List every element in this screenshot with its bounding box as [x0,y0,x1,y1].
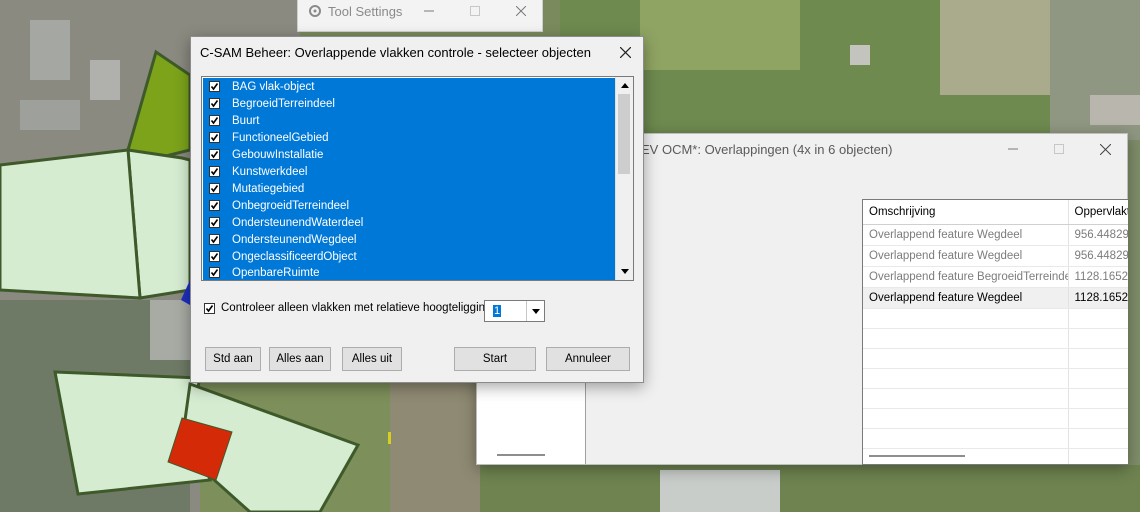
overlap-window-title: EV OCM*: Overlappingen (4x in 6 objecten… [641,141,893,157]
checkbox[interactable] [209,234,220,245]
relative-height-checkbox[interactable] [204,302,215,314]
scroll-thumb[interactable] [618,94,630,174]
list-item[interactable]: BegroeidTerreindeel [203,95,616,112]
checkbox[interactable] [209,183,220,194]
check-icon [210,185,219,193]
empty-row [863,428,1128,449]
list-item[interactable]: OpenbareRuimte [203,265,616,280]
chevron-down-icon [620,269,629,274]
left-pane-scrollbar[interactable] [497,454,545,456]
all-off-button[interactable]: Alles uit [342,347,402,371]
column-header-area[interactable]: Oppervlakte [1068,200,1128,225]
check-icon [210,134,219,142]
left-pane [477,374,586,464]
tool-settings-window[interactable]: Tool Settings [297,0,543,32]
column-header-description[interactable]: Omschrijving [863,200,1069,225]
chevron-up-icon [620,83,629,88]
checkbox[interactable] [209,166,220,177]
list-scrollbar[interactable] [615,77,633,280]
scroll-down-button[interactable] [616,263,633,280]
checkbox[interactable] [209,200,220,211]
maximize-icon [470,6,480,16]
check-icon [210,83,219,91]
empty-row [863,348,1128,369]
maximize-button[interactable] [452,1,498,21]
check-icon [210,168,219,176]
check-icon [210,100,219,108]
close-icon [619,46,631,58]
dialog-title: C-SAM Beheer: Overlappende vlakken contr… [200,44,591,60]
scroll-up-button[interactable] [616,77,633,94]
list-item[interactable]: OnbegroeidTerreindeel [203,197,616,214]
empty-row [863,388,1128,409]
close-button[interactable] [605,37,645,67]
close-icon [516,6,526,16]
checkbox[interactable] [209,251,220,262]
empty-row [863,308,1128,329]
relative-height-value: 1 [493,305,502,317]
relative-height-select[interactable]: 1 [484,300,545,322]
checkbox[interactable] [209,115,220,126]
all-on-button[interactable]: Alles aan [269,347,331,371]
overlap-table: Omschrijving Oppervlakte Overlappend fea… [862,199,1128,465]
list-item[interactable]: FunctioneelGebied [203,129,616,146]
list-item[interactable]: Kunstwerkdeel [203,163,616,180]
checkbox[interactable] [209,98,220,109]
minimize-icon [1008,148,1018,150]
close-button[interactable] [1082,134,1128,164]
table-row[interactable]: Overlappend feature BegroeidTerreindeel 1… [863,266,1128,288]
check-icon [210,253,219,261]
list-item[interactable]: OngeclassificeerdObject [203,248,616,265]
checkbox[interactable] [209,81,220,92]
empty-row [863,408,1128,429]
check-icon [210,202,219,210]
check-icon [210,269,219,277]
maximize-icon [1054,144,1064,154]
maximize-button[interactable] [1036,134,1082,164]
check-icon [210,236,219,244]
checkbox[interactable] [209,132,220,143]
relative-height-label: Controleer alleen vlakken met relatieve … [221,302,495,314]
object-type-list[interactable]: BAG vlak-object BegroeidTerreindeel Buur… [201,76,634,281]
table-row-selected[interactable]: Overlappend feature Wegdeel1128.16525 [863,287,1128,309]
checkbox[interactable] [209,149,220,160]
start-button[interactable]: Start [454,347,536,371]
minimize-icon [424,10,434,12]
list-item[interactable]: BAG vlak-object [203,78,616,95]
checkbox[interactable] [209,217,220,228]
list-item[interactable]: Mutatiegebied [203,180,616,197]
close-icon [1099,143,1111,155]
table-row[interactable]: Overlappend feature Wegdeel956.448293 [863,245,1128,267]
empty-row [863,328,1128,349]
chevron-down-icon [531,308,540,314]
list-item[interactable]: GebouwInstallatie [203,146,616,163]
tool-settings-icon [307,3,323,22]
table-row[interactable]: Overlappend feature Wegdeel956.448293 [863,224,1128,246]
empty-row [863,368,1128,389]
check-icon [210,219,219,227]
close-button[interactable] [498,1,544,21]
check-icon [210,151,219,159]
dropdown-button[interactable] [526,301,544,321]
tool-settings-title: Tool Settings [328,3,403,19]
list-item[interactable]: OndersteunendWaterdeel [203,214,616,231]
minimize-button[interactable] [990,134,1036,164]
check-icon [205,304,214,312]
table-scrollbar[interactable] [869,455,965,457]
relative-height-option[interactable]: Controleer alleen vlakken met relatieve … [204,302,495,314]
checkbox[interactable] [209,267,220,278]
minimize-button[interactable] [406,1,452,21]
std-on-button[interactable]: Std aan [205,347,261,371]
list-item[interactable]: Buurt [203,112,616,129]
list-item[interactable]: OndersteunendWegdeel [203,231,616,248]
check-icon [210,117,219,125]
cancel-button[interactable]: Annuleer [546,347,630,371]
select-objects-dialog[interactable]: C-SAM Beheer: Overlappende vlakken contr… [190,36,644,383]
